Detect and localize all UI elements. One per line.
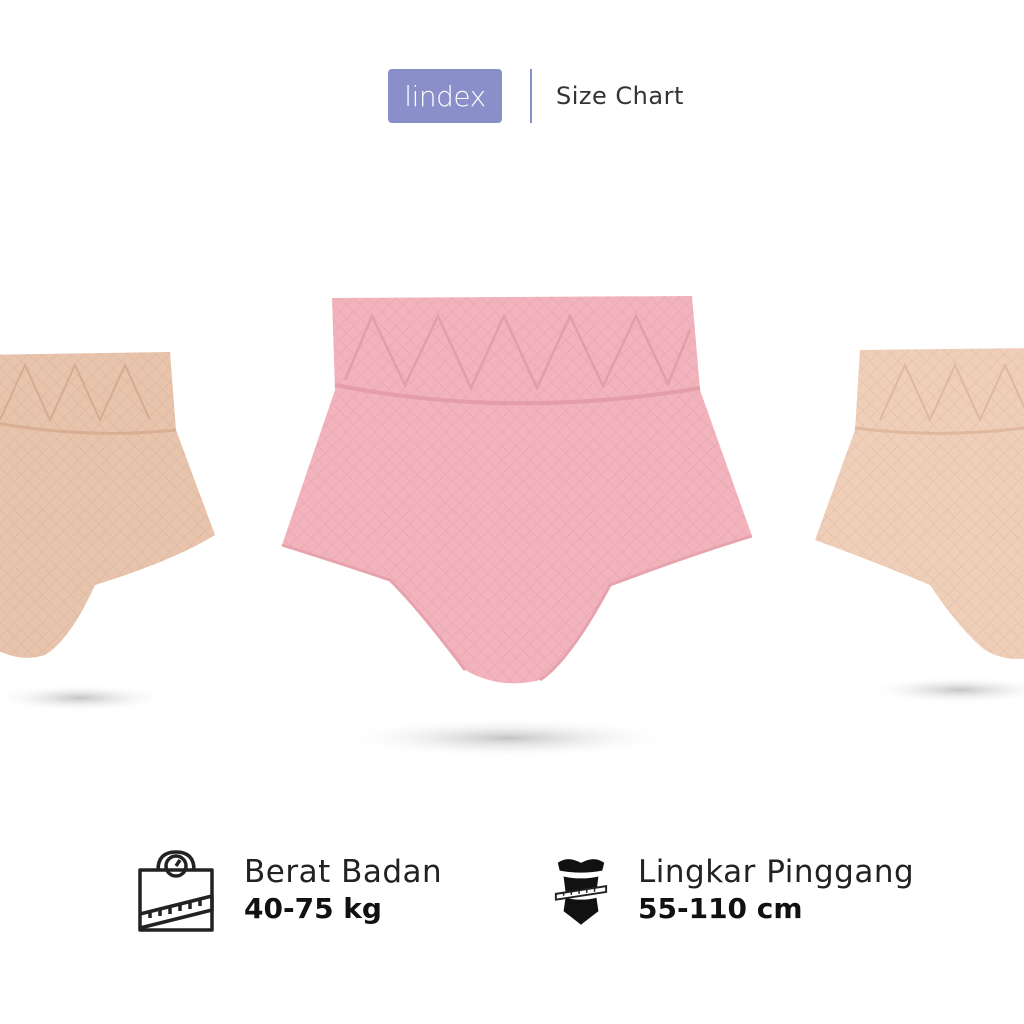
- weight-value: 40-75 kg: [244, 892, 382, 925]
- product-images: [0, 296, 1024, 758]
- right-brief-image: [815, 348, 1024, 704]
- stat-weight: Berat Badan 40-75 kg: [136, 848, 442, 932]
- waist-label: Lingkar Pinggang: [638, 854, 915, 890]
- weight-label: Berat Badan: [244, 854, 443, 890]
- left-brief-image: [0, 352, 215, 712]
- center-brief-image: [281, 296, 753, 758]
- waist-measure-icon: [554, 859, 608, 925]
- waist-value: 55-110 cm: [638, 892, 803, 925]
- stat-waist: Lingkar Pinggang 55-110 cm: [552, 848, 914, 932]
- scale-tape-icon: [138, 850, 214, 932]
